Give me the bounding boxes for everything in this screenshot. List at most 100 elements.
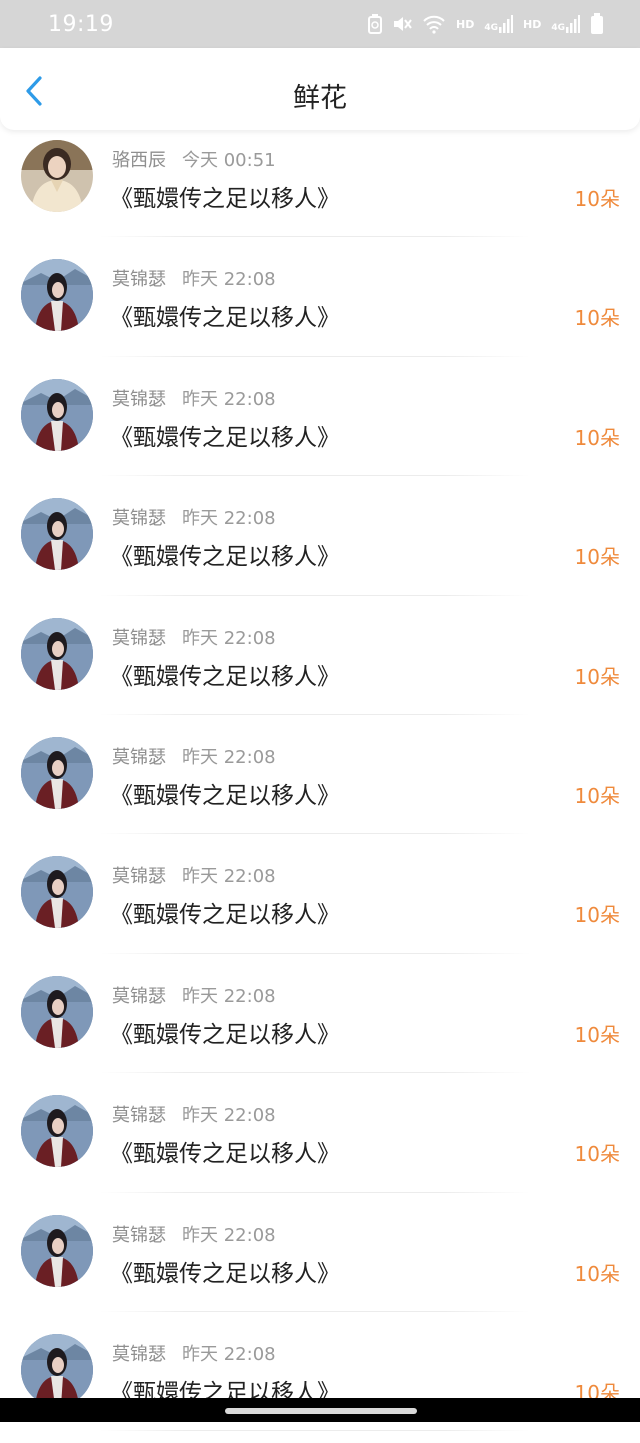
user-name: 莫锦瑟 — [112, 508, 166, 530]
list-item[interactable]: 莫锦瑟 昨天 22:08 《甄嬛传之足以移人》 10朵 — [0, 1324, 640, 1443]
flower-count: 10朵 — [574, 187, 620, 211]
gesture-bar — [0, 1398, 640, 1422]
divider — [100, 594, 530, 596]
status-time: 19:19 — [48, 11, 114, 37]
item-meta: 莫锦瑟 昨天 22:08 — [112, 265, 276, 291]
list-item[interactable]: 莫锦瑟 昨天 22:08 《甄嬛传之足以移人》 10朵 — [0, 846, 640, 965]
divider — [100, 833, 530, 835]
list-item[interactable]: 莫锦瑟 昨天 22:08 《甄嬛传之足以移人》 10朵 — [0, 1205, 640, 1324]
network-label-2: 4G — [551, 23, 565, 33]
gift-time: 昨天 22:08 — [182, 1224, 276, 1246]
avatar[interactable] — [21, 617, 93, 690]
flower-count: 10朵 — [574, 1261, 620, 1286]
avatar-image — [21, 1095, 93, 1168]
user-name: 莫锦瑟 — [112, 746, 166, 768]
divider — [100, 475, 530, 477]
status-bar: 19:19 HD 4G HD 4G — [0, 0, 640, 48]
item-meta: 莫锦瑟 昨天 22:08 — [112, 624, 276, 650]
avatar[interactable] — [21, 259, 93, 332]
home-indicator[interactable] — [225, 1408, 417, 1414]
divider — [100, 355, 530, 357]
user-name: 莫锦瑟 — [112, 269, 166, 291]
divider — [100, 1191, 530, 1193]
book-title: 《甄嬛传之足以移人》 — [110, 186, 340, 212]
avatar[interactable] — [21, 1214, 93, 1287]
signal-icon-2: 4G — [551, 15, 580, 33]
avatar[interactable] — [21, 856, 93, 929]
user-name: 莫锦瑟 — [112, 388, 166, 410]
hd-label-2: HD — [523, 17, 542, 31]
divider — [100, 1310, 530, 1312]
item-meta: 莫锦瑟 昨天 22:08 — [112, 504, 276, 530]
flower-count: 10朵 — [574, 1022, 620, 1047]
divider — [100, 1430, 530, 1432]
book-title: 《甄嬛传之足以移人》 — [110, 663, 340, 690]
wifi-icon — [422, 14, 446, 34]
avatar[interactable] — [21, 140, 93, 212]
mute-icon — [392, 14, 412, 34]
item-meta: 莫锦瑟 昨天 22:08 — [112, 1221, 276, 1247]
book-title: 《甄嬛传之足以移人》 — [110, 544, 340, 571]
signal-icon-1: 4G — [484, 15, 513, 33]
page-title: 鲜花 — [293, 83, 347, 114]
gift-time: 昨天 22:08 — [182, 985, 276, 1007]
hd-label-1: HD — [456, 17, 475, 31]
gift-time: 昨天 22:08 — [182, 746, 276, 768]
user-name: 莫锦瑟 — [112, 866, 166, 888]
book-title: 《甄嬛传之足以移人》 — [110, 1021, 340, 1048]
item-meta: 莫锦瑟 昨天 22:08 — [112, 1101, 276, 1127]
item-meta: 莫锦瑟 昨天 22:08 — [112, 743, 276, 769]
gift-time: 今天 00:51 — [182, 150, 276, 171]
avatar-image — [21, 498, 93, 571]
list-item[interactable]: 莫锦瑟 昨天 22:08 《甄嬛传之足以移人》 10朵 — [0, 608, 640, 727]
flower-count: 10朵 — [574, 306, 620, 331]
gift-time: 昨天 22:08 — [182, 627, 276, 649]
list-item[interactable]: 莫锦瑟 昨天 22:08 《甄嬛传之足以移人》 10朵 — [0, 1085, 640, 1204]
book-title: 《甄嬛传之足以移人》 — [110, 1141, 340, 1168]
book-title: 《甄嬛传之足以移人》 — [110, 902, 340, 929]
avatar[interactable] — [21, 498, 93, 571]
divider — [100, 713, 530, 715]
list-item[interactable]: 莫锦瑟 昨天 22:08 《甄嬛传之足以移人》 10朵 — [0, 966, 640, 1085]
flower-count: 10朵 — [574, 425, 620, 450]
gift-time: 昨天 22:08 — [182, 269, 276, 291]
gift-time: 昨天 22:08 — [182, 1343, 276, 1365]
avatar[interactable] — [21, 975, 93, 1048]
avatar-image — [21, 378, 93, 451]
avatar[interactable] — [21, 736, 93, 809]
avatar[interactable] — [21, 378, 93, 451]
user-name: 莫锦瑟 — [112, 1224, 166, 1246]
divider — [100, 236, 530, 238]
avatar-image — [21, 736, 93, 809]
battery-saver-icon — [368, 14, 382, 34]
avatar-image — [21, 140, 93, 212]
flower-count: 10朵 — [574, 1142, 620, 1167]
user-name: 骆西辰 — [112, 150, 166, 171]
flower-gift-list: 骆西辰 今天 00:51 《甄嬛传之足以移人》 10朵 莫锦瑟 昨天 22:08 《… — [0, 130, 640, 1443]
book-title: 《甄嬛传之足以移人》 — [110, 782, 340, 809]
network-label-1: 4G — [484, 23, 498, 33]
list-item[interactable]: 莫锦瑟 昨天 22:08 《甄嬛传之足以移人》 10朵 — [0, 369, 640, 488]
item-meta: 莫锦瑟 昨天 22:08 — [112, 862, 276, 888]
header-bar: 鲜花 — [0, 48, 640, 130]
list-item[interactable]: 莫锦瑟 昨天 22:08 《甄嬛传之足以移人》 10朵 — [0, 249, 640, 368]
user-name: 莫锦瑟 — [112, 1105, 166, 1127]
avatar[interactable] — [21, 1095, 93, 1168]
list-item[interactable]: 骆西辰 今天 00:51 《甄嬛传之足以移人》 10朵 — [0, 130, 640, 249]
user-name: 莫锦瑟 — [112, 1343, 166, 1365]
item-meta: 莫锦瑟 昨天 22:08 — [112, 1340, 276, 1366]
list-item[interactable]: 莫锦瑟 昨天 22:08 《甄嬛传之足以移人》 10朵 — [0, 488, 640, 607]
avatar-image — [21, 1214, 93, 1287]
flower-count: 10朵 — [574, 783, 620, 808]
gift-time: 昨天 22:08 — [182, 866, 276, 888]
flower-count: 10朵 — [574, 664, 620, 689]
avatar-image — [21, 856, 93, 929]
book-title: 《甄嬛传之足以移人》 — [110, 424, 340, 451]
item-meta: 骆西辰 今天 00:51 — [112, 146, 276, 172]
avatar-image — [21, 617, 93, 690]
gift-time: 昨天 22:08 — [182, 388, 276, 410]
avatar[interactable] — [21, 1333, 93, 1406]
flower-count: 10朵 — [574, 545, 620, 570]
list-item[interactable]: 莫锦瑟 昨天 22:08 《甄嬛传之足以移人》 10朵 — [0, 727, 640, 846]
avatar-image — [21, 259, 93, 332]
